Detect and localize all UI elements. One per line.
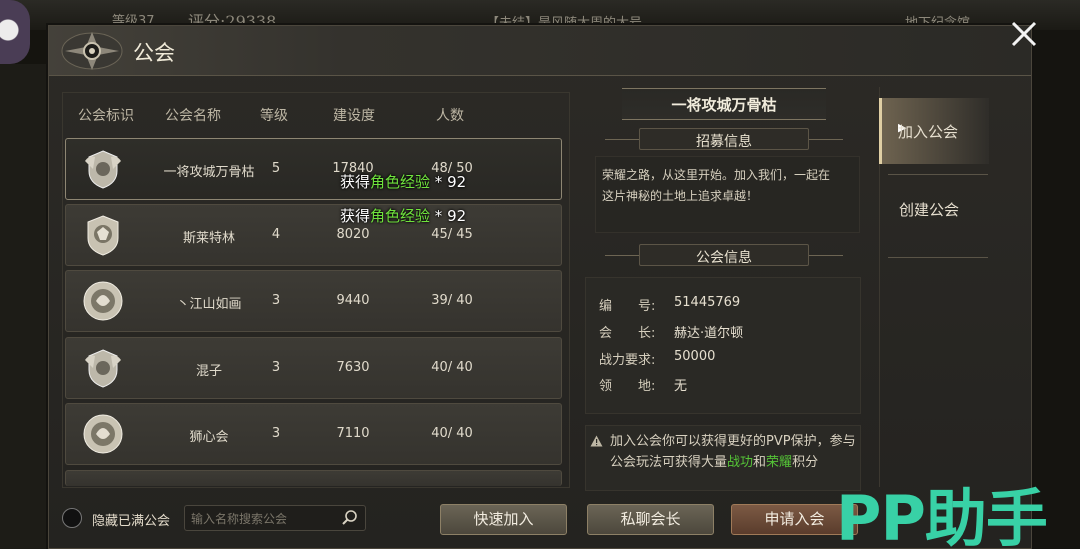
guild-level: 3 bbox=[271, 293, 281, 308]
search-box bbox=[184, 505, 366, 531]
guild-members: 40/ 40 bbox=[431, 360, 473, 375]
guild-emblem-icon bbox=[61, 32, 123, 70]
guild-build: 7110 bbox=[336, 426, 370, 441]
guild-build: 7630 bbox=[336, 360, 370, 375]
guild-members: 45/ 45 bbox=[431, 227, 473, 242]
column-header-build: 建设度 bbox=[333, 108, 375, 124]
info-label-id: 编 号: bbox=[599, 299, 656, 314]
info-label-leader: 会 长: bbox=[599, 326, 656, 341]
detail-guild-name: 一将攻城万骨枯 bbox=[671, 96, 777, 114]
column-header-name: 公会名称 bbox=[165, 108, 221, 124]
search-icon[interactable] bbox=[341, 509, 359, 527]
close-button[interactable] bbox=[1004, 14, 1044, 54]
reward-toast: 获得角色经验 * 92 bbox=[340, 207, 467, 225]
panel-header: 公会 bbox=[49, 26, 1031, 76]
guild-build: 8020 bbox=[336, 227, 370, 242]
column-header-members: 人数 bbox=[436, 108, 464, 124]
lion-crest-emblem-icon bbox=[87, 215, 119, 256]
info-value-power: 50000 bbox=[674, 349, 716, 364]
guild-row-partial[interactable] bbox=[65, 470, 562, 486]
guild-members: 39/ 40 bbox=[431, 293, 473, 308]
guild-row[interactable]: 狮心会 3 7110 40/ 40 bbox=[65, 403, 562, 465]
tip-text: 加入公会你可以获得更好的PVP保护，参与公会玩法可获得大量战功和荣耀积分 bbox=[610, 434, 856, 470]
guild-level: 3 bbox=[271, 360, 281, 375]
player-avatar[interactable] bbox=[0, 0, 30, 64]
tab-join-guild-label: 加入公会 bbox=[898, 123, 959, 141]
info-label-power: 战力要求: bbox=[599, 353, 656, 368]
guild-level: 3 bbox=[271, 426, 281, 441]
info-label-territory: 领 地: bbox=[599, 379, 656, 394]
guild-build: 9440 bbox=[336, 293, 370, 308]
warning-icon bbox=[590, 435, 603, 447]
info-value-leader: 赫达·道尔顿 bbox=[674, 326, 744, 341]
lion-circle-emblem-icon bbox=[83, 281, 123, 321]
guild-row[interactable]: 丶江山如画 3 9440 39/ 40 bbox=[65, 270, 562, 332]
winged-shield-emblem-icon bbox=[85, 349, 121, 388]
close-icon bbox=[1011, 21, 1037, 47]
quick-join-button[interactable]: 快速加入 bbox=[440, 504, 567, 535]
guild-level: 4 bbox=[271, 227, 281, 242]
column-header-emblem: 公会标识 bbox=[78, 108, 134, 124]
tab-create-guild[interactable]: 创建公会 bbox=[879, 176, 989, 242]
info-value-id: 51445769 bbox=[674, 295, 741, 310]
search-input[interactable] bbox=[191, 509, 335, 528]
column-header-level: 等级 bbox=[260, 108, 288, 124]
hide-full-toggle[interactable] bbox=[62, 508, 82, 528]
recruit-title: 招募信息 bbox=[696, 134, 752, 150]
guild-row[interactable]: 一将攻城万骨枯 5 17840 48/ 50 bbox=[65, 138, 562, 200]
guild-members: 40/ 40 bbox=[431, 426, 473, 441]
hide-full-label: 隐藏已满公会 bbox=[92, 514, 171, 529]
guild-row[interactable]: 斯莱特林 4 8020 45/ 45 bbox=[65, 204, 562, 266]
winged-shield-emblem-icon bbox=[85, 150, 121, 189]
tab-join-guild[interactable]: ▶ 加入公会 bbox=[879, 98, 989, 164]
info-title: 公会信息 bbox=[696, 250, 752, 266]
recruit-text: 荣耀之路，从这里开始。加入我们，一起在这片神秘的土地上追求卓越！ bbox=[602, 168, 831, 203]
background-scene-left bbox=[0, 64, 50, 549]
panel-title: 公会 bbox=[133, 41, 175, 65]
guild-level: 5 bbox=[271, 161, 281, 176]
lion-circle-emblem-icon bbox=[83, 414, 123, 454]
watermark-logo: PP助手 bbox=[836, 482, 1048, 549]
tab-create-guild-label: 创建公会 bbox=[899, 201, 960, 219]
guild-row[interactable]: 混子 3 7630 40/ 40 bbox=[65, 337, 562, 399]
info-value-territory: 无 bbox=[674, 379, 688, 394]
reward-toast: 获得角色经验 * 92 bbox=[340, 173, 467, 191]
private-chat-button[interactable]: 私聊会长 bbox=[587, 504, 714, 535]
tab-divider bbox=[888, 174, 988, 175]
tab-divider bbox=[888, 257, 988, 258]
